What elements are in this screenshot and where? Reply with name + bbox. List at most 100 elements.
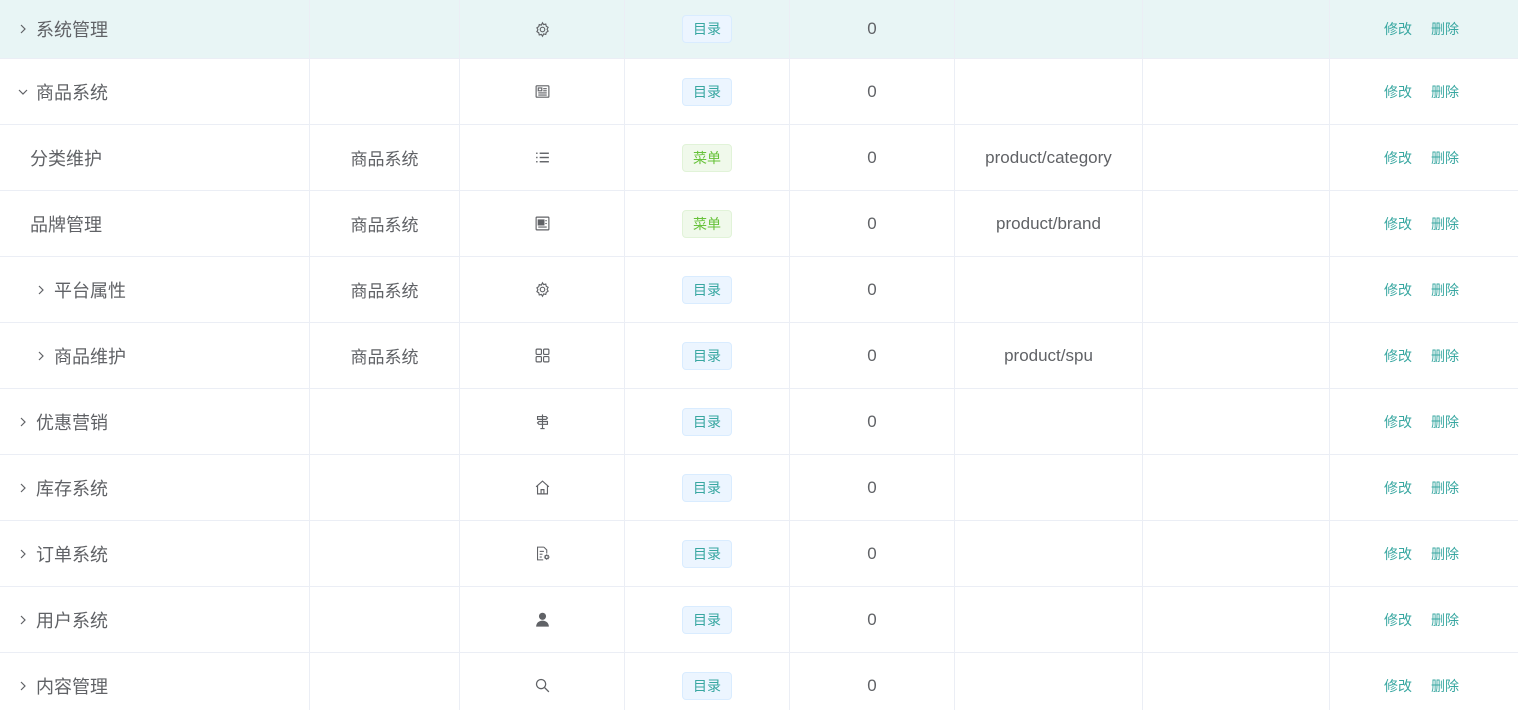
chevron-right-icon[interactable] (14, 413, 32, 431)
cell-actions: 修改 删除 (1330, 587, 1518, 652)
cell-url (955, 59, 1143, 124)
table-row: 订单系统 目录 0 修改 删除 (0, 521, 1518, 587)
delete-button[interactable]: 删除 (1431, 412, 1459, 432)
edit-button[interactable]: 修改 (1384, 676, 1412, 696)
cell-parent (310, 653, 460, 710)
edit-button[interactable]: 修改 (1384, 214, 1412, 234)
gear-icon (533, 20, 551, 38)
cell-type: 目录 (625, 0, 790, 58)
parent-name: 商品系统 (350, 348, 419, 367)
cell-parent (310, 0, 460, 58)
sort-value: 0 (867, 213, 877, 233)
cell-url: product/category (955, 125, 1143, 190)
type-tag: 目录 (682, 341, 732, 370)
chevron-right-icon[interactable] (14, 545, 32, 563)
parent-name: 商品系统 (350, 150, 419, 169)
delete-button[interactable]: 删除 (1431, 610, 1459, 630)
menu-name: 品牌管理 (30, 214, 102, 235)
cell-type: 目录 (625, 59, 790, 124)
delete-button[interactable]: 删除 (1431, 148, 1459, 168)
cell-icon (460, 0, 625, 58)
cell-sort: 0 (790, 59, 955, 124)
cell-actions: 修改 删除 (1330, 257, 1518, 322)
cell-actions: 修改 删除 (1330, 521, 1518, 586)
table-row: 内容管理 目录 0 修改 删除 (0, 653, 1518, 710)
delete-button[interactable]: 删除 (1431, 280, 1459, 300)
cell-actions: 修改 删除 (1330, 191, 1518, 256)
edit-button[interactable]: 修改 (1384, 346, 1412, 366)
parent-name: 商品系统 (350, 282, 419, 301)
cell-url (955, 389, 1143, 454)
chevron-right-icon[interactable] (32, 347, 50, 365)
menu-name: 内容管理 (36, 676, 108, 697)
delete-button[interactable]: 删除 (1431, 82, 1459, 102)
user-icon (533, 611, 551, 629)
table-row: 分类维护 商品系统 菜单 0 product/category 修改 删除 (0, 125, 1518, 191)
cell-name: 商品维护 (0, 323, 310, 388)
grid-icon (533, 347, 551, 365)
edit-button[interactable]: 修改 (1384, 82, 1412, 102)
chevron-down-icon[interactable] (14, 83, 32, 101)
cell-icon (460, 257, 625, 322)
table-row: 优惠营销 目录 0 修改 删除 (0, 389, 1518, 455)
component-path: product/spu (1004, 345, 1093, 365)
sort-value: 0 (867, 279, 877, 299)
cell-name: 内容管理 (0, 653, 310, 710)
cell-parent: 商品系统 (310, 323, 460, 388)
type-tag: 目录 (682, 77, 732, 106)
cell-sort: 0 (790, 455, 955, 520)
type-tag: 目录 (682, 671, 732, 700)
edit-button[interactable]: 修改 (1384, 19, 1412, 39)
cell-parent (310, 59, 460, 124)
cell-actions: 修改 删除 (1330, 389, 1518, 454)
cell-parent: 商品系统 (310, 125, 460, 190)
cell-url (955, 0, 1143, 58)
card-icon (533, 215, 551, 233)
order-settings-icon (533, 545, 551, 563)
edit-button[interactable]: 修改 (1384, 478, 1412, 498)
chevron-right-icon[interactable] (14, 20, 32, 38)
document-icon (533, 83, 551, 101)
chevron-right-icon[interactable] (32, 281, 50, 299)
cell-parent (310, 521, 460, 586)
delete-button[interactable]: 删除 (1431, 478, 1459, 498)
menu-name: 用户系统 (36, 610, 108, 631)
menu-name: 系统管理 (36, 20, 108, 40)
edit-button[interactable]: 修改 (1384, 610, 1412, 630)
type-tag: 目录 (682, 275, 732, 304)
cell-sort: 0 (790, 191, 955, 256)
cell-name: 平台属性 (0, 257, 310, 322)
cell-icon (460, 521, 625, 586)
cell-url (955, 521, 1143, 586)
chevron-right-icon[interactable] (14, 677, 32, 695)
edit-button[interactable]: 修改 (1384, 544, 1412, 564)
sort-value: 0 (867, 147, 877, 167)
cell-name: 优惠营销 (0, 389, 310, 454)
cell-name: 库存系统 (0, 455, 310, 520)
delete-button[interactable]: 删除 (1431, 214, 1459, 234)
cell-icon (460, 455, 625, 520)
cell-permission (1143, 587, 1330, 652)
cell-type: 目录 (625, 521, 790, 586)
cell-type: 目录 (625, 653, 790, 710)
sort-value: 0 (867, 19, 877, 38)
cell-actions: 修改 删除 (1330, 59, 1518, 124)
sort-value: 0 (867, 81, 877, 101)
cell-permission (1143, 257, 1330, 322)
type-tag: 目录 (682, 539, 732, 568)
delete-button[interactable]: 删除 (1431, 346, 1459, 366)
edit-button[interactable]: 修改 (1384, 280, 1412, 300)
chevron-right-icon[interactable] (14, 611, 32, 629)
cell-permission (1143, 125, 1330, 190)
delete-button[interactable]: 删除 (1431, 19, 1459, 39)
edit-button[interactable]: 修改 (1384, 148, 1412, 168)
chevron-right-icon[interactable] (14, 479, 32, 497)
edit-button[interactable]: 修改 (1384, 412, 1412, 432)
cell-parent: 商品系统 (310, 191, 460, 256)
cell-type: 目录 (625, 323, 790, 388)
cell-sort: 0 (790, 323, 955, 388)
cell-permission (1143, 389, 1330, 454)
delete-button[interactable]: 删除 (1431, 676, 1459, 696)
delete-button[interactable]: 删除 (1431, 544, 1459, 564)
cell-sort: 0 (790, 521, 955, 586)
